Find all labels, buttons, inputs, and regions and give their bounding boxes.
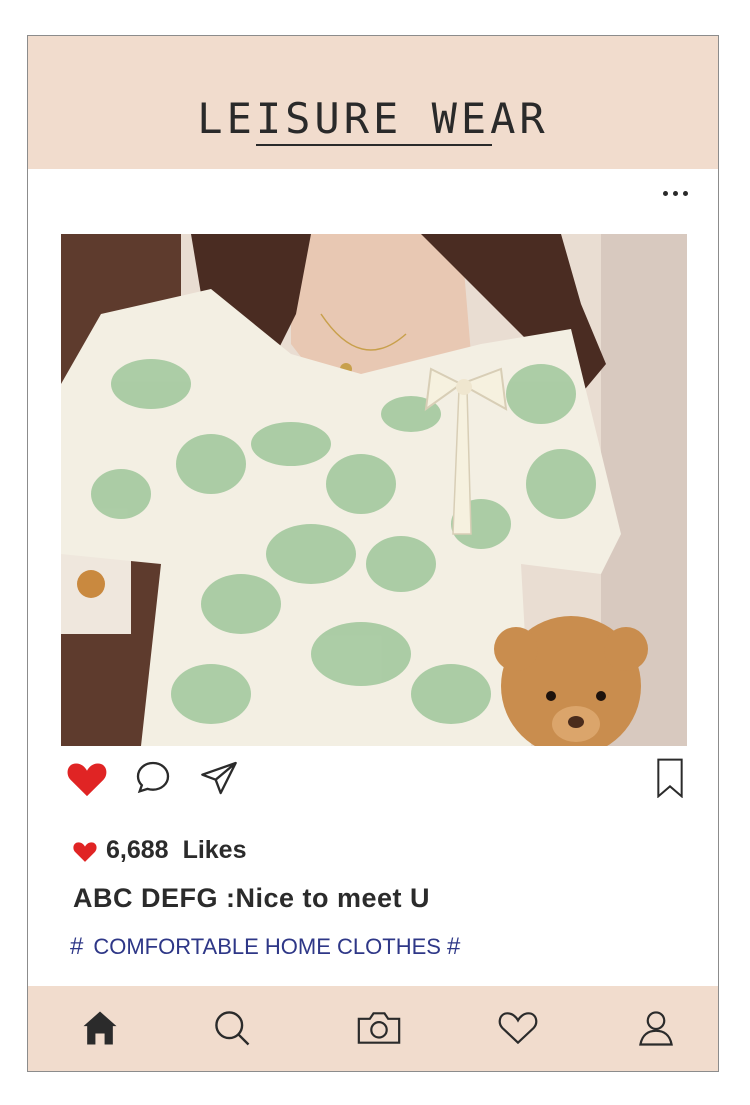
bottom-nav <box>28 986 718 1071</box>
hash-end: # <box>446 933 461 960</box>
post-photo <box>61 234 687 746</box>
post-actions <box>65 758 691 799</box>
likes-label: Likes <box>182 836 247 864</box>
post-image[interactable] <box>61 234 687 746</box>
home-icon[interactable] <box>78 1006 122 1055</box>
likes-row[interactable]: 6,688 Likes <box>72 836 247 865</box>
title-underline <box>256 144 492 146</box>
likes-heart-icon <box>73 841 97 862</box>
header-banner: LEISURE WEAR <box>28 36 718 169</box>
profile-icon[interactable] <box>634 1006 678 1055</box>
heart-icon[interactable] <box>65 758 109 803</box>
hash-start: # <box>70 933 84 960</box>
more-icon[interactable] <box>663 191 688 196</box>
post-card: LEISURE WEAR 6,688 Likes ABC DEFG:Nice … <box>27 35 719 1072</box>
send-icon[interactable] <box>199 758 239 803</box>
post-caption: ABC DEFG :Nice to meet U <box>73 883 431 913</box>
search-icon[interactable] <box>210 1006 254 1055</box>
page-title: LEISURE WEAR <box>197 94 549 143</box>
hashtag-link[interactable]: # COMFORTABLE HOME CLOTHES # <box>70 933 460 961</box>
comment-icon[interactable] <box>133 758 173 803</box>
hashtag-text: COMFORTABLE HOME CLOTHES <box>93 934 441 959</box>
likes-count: 6,688 <box>106 836 169 864</box>
bookmark-icon[interactable] <box>655 758 685 803</box>
camera-icon[interactable] <box>354 1006 404 1055</box>
activity-heart-icon[interactable] <box>496 1006 540 1055</box>
